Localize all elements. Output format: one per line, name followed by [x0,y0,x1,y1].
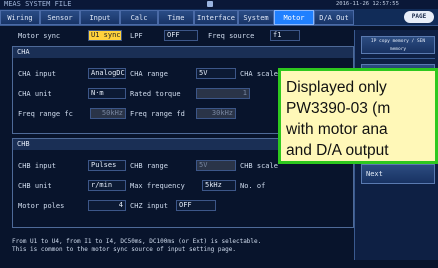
usb-icon [207,1,213,7]
chb-range-label: CHB range [130,162,168,170]
no-of-label: No. of [240,182,266,190]
help-note-line2: This is common to the motor sync source … [12,246,236,253]
ip-copy-memory-button[interactable]: IP copy memory / SEN memory [361,36,435,54]
tab-sensor[interactable]: Sensor [40,10,80,25]
freq-fc-select[interactable]: 50kHz [90,108,126,119]
tab-wiring[interactable]: Wiring [0,10,40,25]
brand-text: MEAS SYSTEM FILE [4,0,72,8]
callout-annotation: Displayed only PW3390-03 (m with motor a… [278,68,438,164]
chb-range-select[interactable]: 5V [196,160,236,171]
divider [361,58,435,59]
motor-poles-label: Motor poles [18,202,65,210]
tab-d-a-out[interactable]: D/A Out [314,10,354,25]
next-button[interactable]: Next [361,164,435,184]
page-button[interactable]: PAGE [404,11,434,23]
freq-fc-label: Freq range fc [18,110,73,118]
status-bar: MEAS SYSTEM FILE 2016-11-26 12:57:55 [0,0,438,9]
lpf-label: LPF [130,32,143,40]
tab-bar: Wiring Sensor Input Calc Time Interface System… [0,9,438,26]
help-note: From U1 to U4, from I1 to I4, DC50ms, DC… [12,238,352,264]
callout-line2: PW3390-03 (m [286,100,391,117]
freq-fd-select[interactable]: 30kHz [196,108,236,119]
freq-fd-label: Freq range fd [130,110,185,118]
cha-unit-input[interactable]: N·m [88,88,126,99]
max-frequency-label: Max frequency [130,182,185,190]
motor-sync-label: Motor sync [18,32,61,40]
lpf-select[interactable]: OFF [164,30,198,41]
callout-line3: with motor ana [286,121,388,138]
chb-unit-label: CHB unit [18,182,52,190]
cha-input-label: CHA input [18,70,56,78]
callout-line4: and D/A output [286,142,389,159]
freq-source-label: Freq source [208,32,255,40]
cha-scale-label: CHA scale [240,70,278,78]
chz-input-label: CHZ input [130,202,168,210]
tab-motor[interactable]: Motor [274,10,314,25]
help-note-line1: From U1 to U4, from I1 to I4, DC50ms, DC… [12,238,262,245]
tab-system[interactable]: System [238,10,274,25]
datetime: 2016-11-26 12:57:55 [336,1,399,7]
rated-torque-label: Rated torque [130,90,181,98]
tab-calc[interactable]: Calc [120,10,158,25]
chb-scale-label: CHB scale [240,162,278,170]
tab-input[interactable]: Input [80,10,120,25]
tab-time[interactable]: Time [158,10,194,25]
motor-poles-input[interactable]: 4 [88,200,126,211]
chz-input-select[interactable]: OFF [176,200,216,211]
rated-torque-input[interactable]: 1 [196,88,250,99]
cha-unit-label: CHA unit [18,90,52,98]
freq-source-select[interactable]: f1 [270,30,300,41]
motor-sync-select[interactable]: U1 sync [88,30,122,41]
cha-range-select[interactable]: 5V [196,68,236,79]
callout-line1: Displayed only [286,79,387,96]
max-frequency-select[interactable]: 5kHz [202,180,236,191]
cha-range-label: CHA range [130,70,168,78]
chb-unit-input[interactable]: r/min [88,180,126,191]
chb-input-label: CHB input [18,162,56,170]
tab-interface[interactable]: Interface [194,10,238,25]
cha-title: CHA [13,47,353,58]
chb-input-select[interactable]: Pulses [88,160,126,171]
cha-input-select[interactable]: AnalogDC [88,68,126,79]
